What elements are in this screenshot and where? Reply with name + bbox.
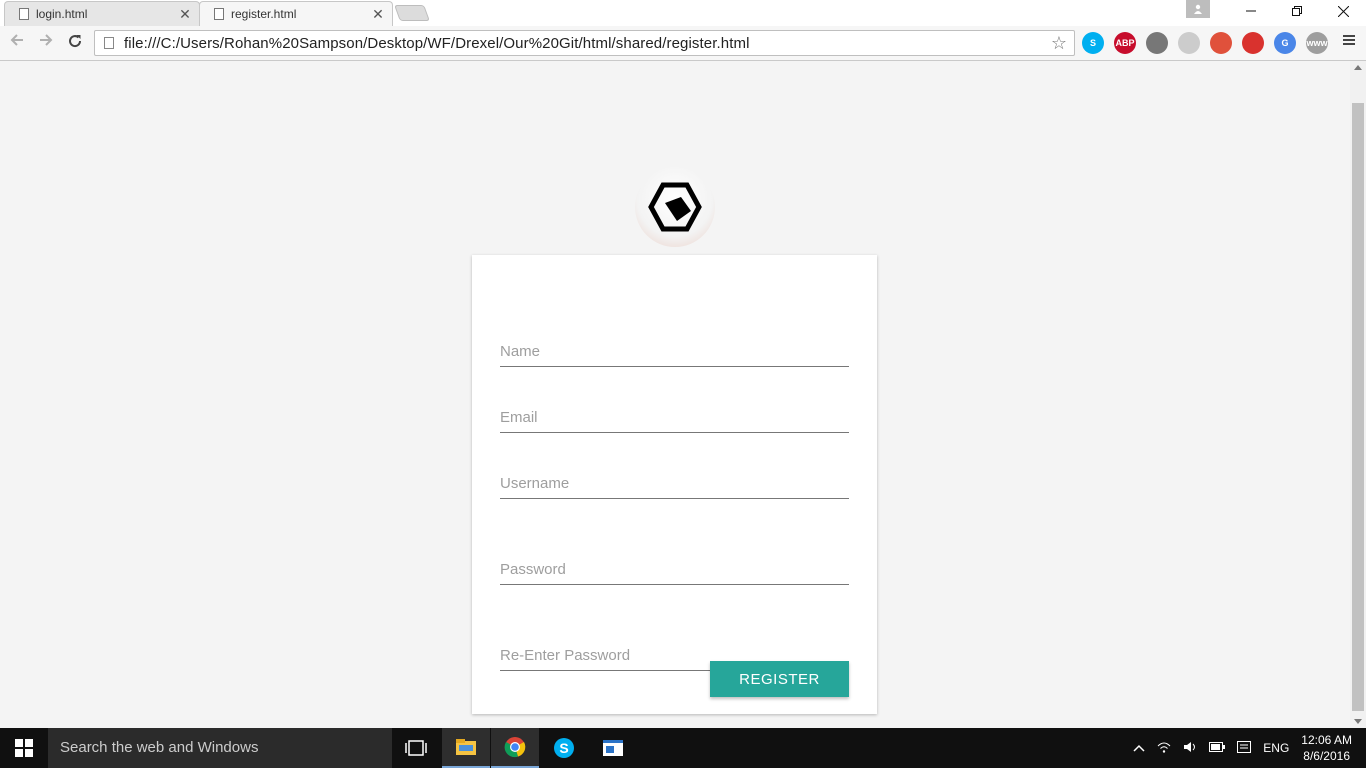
tab-login[interactable]: login.html ✕ <box>4 1 200 26</box>
restore-icon[interactable] <box>1274 0 1320 22</box>
volume-icon[interactable] <box>1183 741 1197 756</box>
email-input[interactable] <box>500 403 849 433</box>
close-window-icon[interactable] <box>1320 0 1366 22</box>
browser-toolbar: file:///C:/Users/Rohan%20Sampson/Desktop… <box>0 26 1366 61</box>
register-button[interactable]: REGISTER <box>710 661 849 697</box>
windows-taskbar: Search the web and Windows S ENG 12:06 A… <box>0 728 1366 768</box>
register-card: REGISTER <box>472 255 877 714</box>
tab-title: register.html <box>231 7 297 21</box>
skype-icon[interactable]: S <box>1082 32 1104 54</box>
clock-time: 12:06 AM <box>1301 733 1352 747</box>
taskbar-clock[interactable]: 12:06 AM 8/6/2016 <box>1301 732 1352 764</box>
scroll-down-icon[interactable] <box>1354 719 1362 724</box>
adblock-plus-icon[interactable]: ABP <box>1114 32 1136 54</box>
bookmark-star-icon[interactable]: ☆ <box>1048 33 1070 54</box>
task-view-icon[interactable] <box>392 728 440 768</box>
address-url[interactable]: file:///C:/Users/Rohan%20Sampson/Desktop… <box>124 35 1048 52</box>
forward-arrow-icon[interactable] <box>35 32 57 54</box>
skype-taskbar-icon[interactable]: S <box>540 728 588 768</box>
minimize-icon[interactable] <box>1228 0 1274 22</box>
new-tab-button[interactable] <box>394 5 430 21</box>
chrome-icon[interactable] <box>491 728 539 768</box>
refresh-extension-icon[interactable] <box>1178 32 1200 54</box>
page-viewport: REGISTER <box>0 61 1350 728</box>
chrome-menu-icon[interactable] <box>1340 33 1358 52</box>
battery-icon[interactable] <box>1209 741 1226 755</box>
address-bar[interactable]: file:///C:/Users/Rohan%20Sampson/Desktop… <box>94 30 1075 56</box>
tab-register[interactable]: register.html ✕ <box>199 1 393 26</box>
close-tab-icon[interactable]: ✕ <box>370 6 386 23</box>
lightbulb-icon[interactable] <box>1146 32 1168 54</box>
no-entry-icon[interactable] <box>1210 32 1232 54</box>
language-indicator[interactable]: ENG <box>1263 741 1289 755</box>
tab-title: login.html <box>36 7 88 21</box>
taskbar-search-input[interactable]: Search the web and Windows <box>48 728 392 768</box>
tab-strip: login.html ✕ register.html ✕ <box>0 0 1366 26</box>
scroll-up-icon[interactable] <box>1354 65 1362 70</box>
clock-date: 8/6/2016 <box>1303 749 1350 763</box>
username-input[interactable] <box>500 469 849 499</box>
start-button[interactable] <box>0 728 48 768</box>
app-logo <box>635 167 715 247</box>
hexagon-logo-icon <box>648 182 702 232</box>
chevron-up-icon[interactable] <box>1133 741 1145 755</box>
page-icon <box>19 8 29 20</box>
system-tray: ENG 12:06 AM 8/6/2016 <box>1133 728 1366 768</box>
wifi-icon[interactable] <box>1157 741 1171 756</box>
password-input[interactable] <box>500 555 849 585</box>
windows-logo-icon <box>15 739 33 757</box>
file-explorer-icon[interactable] <box>442 728 490 768</box>
extension-icons: S ABP Gwww <box>1082 32 1338 56</box>
close-tab-icon[interactable]: ✕ <box>177 6 193 23</box>
window-controls <box>1186 0 1366 26</box>
page-scrollbar[interactable] <box>1350 61 1366 728</box>
profile-icon[interactable] <box>1186 0 1210 18</box>
record-icon[interactable] <box>1242 32 1264 54</box>
back-arrow-icon[interactable] <box>6 32 28 54</box>
page-icon <box>214 8 224 20</box>
name-input[interactable] <box>500 337 849 367</box>
svg-text:S: S <box>559 740 568 756</box>
page-icon <box>104 37 114 49</box>
reload-icon[interactable] <box>64 32 86 54</box>
window-app-icon[interactable] <box>589 728 637 768</box>
google-translate-icon[interactable]: G <box>1274 32 1296 54</box>
notifications-icon[interactable] <box>1237 740 1252 756</box>
www-icon[interactable]: www <box>1306 32 1328 54</box>
scroll-thumb[interactable] <box>1352 103 1364 711</box>
